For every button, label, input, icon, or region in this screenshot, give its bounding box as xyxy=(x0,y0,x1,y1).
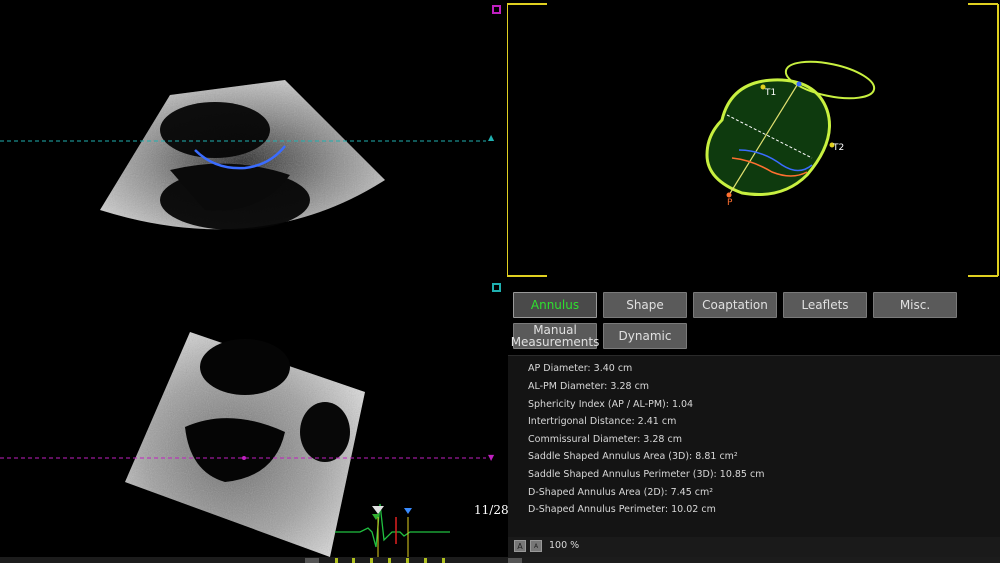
measurement-intertrigonal-distance: Intertrigonal Distance: 2.41 cm xyxy=(528,416,677,427)
svg-text:▼: ▼ xyxy=(488,453,495,462)
tab-misc[interactable]: Misc. xyxy=(873,292,957,318)
zoom-increase-button[interactable]: A xyxy=(530,540,542,552)
measurement-sphericity-index: Sphericity Index (AP / AL-PM): 1.04 xyxy=(528,399,694,410)
tab-annulus[interactable]: Annulus xyxy=(513,292,597,318)
measurement-saddle-perimeter: Saddle Shaped Annulus Perimeter (3D): 10… xyxy=(528,469,765,480)
measurement-d-shaped-area: D-Shaped Annulus Area (2D): 7.45 cm² xyxy=(528,487,714,498)
view-marker-cyan xyxy=(492,283,501,292)
svg-text:▲: ▲ xyxy=(488,133,495,142)
view-marker-magenta xyxy=(492,5,501,14)
frame-counter: 11/28 xyxy=(474,503,509,517)
measurement-ap-diameter: AP Diameter: 3.40 cm xyxy=(528,363,633,374)
lower-echo-image: ▼ xyxy=(0,332,495,557)
tab-dynamic[interactable]: Dynamic xyxy=(603,323,687,349)
tab-leaflets[interactable]: Leaflets xyxy=(783,292,867,318)
t1-label: T1 xyxy=(764,88,776,98)
ecg-trace xyxy=(335,503,450,557)
upper-echo-view[interactable]: ▲ xyxy=(0,0,505,280)
t2-label: T2 xyxy=(832,143,844,153)
measurement-al-pm-diameter: AL-PM Diameter: 3.28 cm xyxy=(528,381,650,392)
zoom-value: 100 % xyxy=(549,540,580,551)
tab-shape[interactable]: Shape xyxy=(603,292,687,318)
annulus-3d-model: T1 T2 P xyxy=(507,3,999,277)
zoom-decrease-button[interactable]: A xyxy=(514,540,526,552)
measurement-d-shaped-perimeter: D-Shaped Annulus Perimeter: 10.02 cm xyxy=(528,504,716,515)
p-label: P xyxy=(727,198,733,208)
tab-manual-measurements[interactable]: Manual Measurements xyxy=(511,323,599,349)
measurement-saddle-area: Saddle Shaped Annulus Area (3D): 8.81 cm… xyxy=(528,451,738,462)
tab-coaptation[interactable]: Coaptation xyxy=(693,292,777,318)
annulus-3d-view[interactable]: T1 T2 P xyxy=(507,0,1000,280)
bottom-status-strip xyxy=(0,557,1000,563)
zoom-bar xyxy=(508,537,1000,557)
upper-echo-image: ▲ xyxy=(0,80,495,230)
lower-echo-view[interactable]: ▼ xyxy=(0,282,505,557)
measurement-commissural-diameter: Commissural Diameter: 3.28 cm xyxy=(528,434,682,445)
